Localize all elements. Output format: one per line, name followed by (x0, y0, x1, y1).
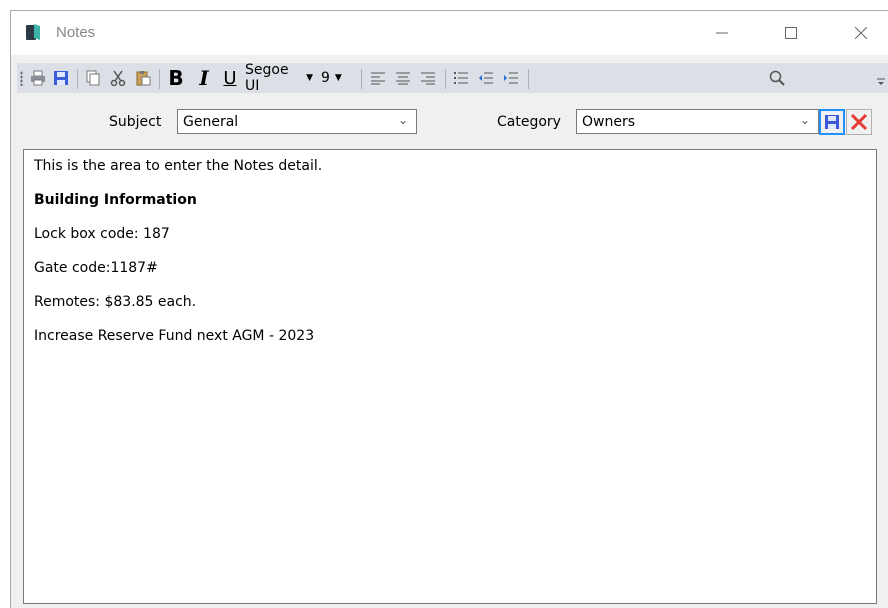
toolbar-search-input[interactable] (533, 67, 677, 91)
print-icon (31, 70, 45, 86)
category-dropdown[interactable]: Owners ⌄ (576, 109, 819, 134)
save-icon (825, 115, 839, 129)
search-icon (769, 70, 785, 86)
align-right-icon (421, 72, 435, 85)
font-name-value: Segoe UI (245, 62, 289, 94)
dropdown-arrow-icon: ▼ (306, 73, 313, 83)
cut-icon (110, 70, 126, 86)
notes-heading: Building Information (34, 192, 197, 208)
chevron-down-icon (877, 78, 885, 85)
title-bar: Notes (11, 11, 888, 55)
category-label: Category (497, 114, 561, 130)
search-button[interactable] (765, 63, 789, 93)
toolbar-grip[interactable] (20, 71, 23, 86)
app-icon (25, 23, 41, 41)
maximize-icon (785, 27, 797, 39)
category-value: Owners (582, 113, 636, 130)
subject-value: General (183, 113, 239, 130)
outdent-icon (479, 72, 493, 84)
chevron-down-icon: ⌄ (799, 113, 810, 127)
minimize-button[interactable] (699, 17, 745, 49)
notes-line: This is the area to enter the Notes deta… (34, 158, 323, 174)
align-left-icon (371, 72, 385, 85)
font-size-value: 9 (321, 70, 330, 86)
delete-icon (850, 113, 868, 131)
notes-line: Lock box code: 187 (34, 226, 170, 242)
paste-icon (136, 71, 151, 86)
bullet-list-button[interactable] (449, 63, 473, 93)
toolbar-separator (77, 69, 78, 89)
outdent-button[interactable] (474, 63, 498, 93)
minimize-icon (716, 32, 728, 34)
close-button[interactable] (838, 17, 884, 49)
notes-line: Gate code:1187# (34, 260, 158, 276)
bold-button[interactable]: B (163, 63, 189, 93)
subject-label: Subject (109, 114, 162, 130)
notes-line: Remotes: $83.85 each. (34, 294, 197, 310)
notes-editor[interactable]: This is the area to enter the Notes deta… (23, 149, 877, 604)
formatting-toolbar: B I U Segoe UI ▼ 9 ▼ (17, 62, 888, 94)
paste-button[interactable] (131, 63, 155, 93)
delete-note-button[interactable] (846, 109, 872, 135)
dropdown-arrow-icon: ▼ (334, 73, 342, 83)
notes-line: Increase Reserve Fund next AGM - 2023 (34, 328, 315, 344)
toolbar-separator (528, 69, 529, 89)
bullet-list-icon (454, 72, 468, 84)
toolbar-separator (159, 69, 160, 89)
align-center-icon (396, 72, 410, 85)
save-note-button[interactable] (819, 109, 845, 135)
window-title: Notes (56, 24, 96, 41)
align-center-button[interactable] (391, 63, 415, 93)
align-right-button[interactable] (416, 63, 440, 93)
indent-icon (504, 72, 518, 84)
align-left-button[interactable] (366, 63, 390, 93)
cut-button[interactable] (106, 63, 130, 93)
save-icon (54, 71, 68, 85)
subject-dropdown[interactable]: General ⌄ (177, 109, 417, 134)
print-button[interactable] (27, 63, 49, 93)
toolbar-overflow-button[interactable] (875, 67, 887, 97)
underline-button[interactable]: U (218, 63, 242, 93)
italic-button[interactable]: I (192, 63, 216, 93)
toolbar-separator (361, 69, 362, 89)
copy-icon (86, 70, 100, 86)
font-name-dropdown[interactable]: Segoe UI ▼ (245, 62, 313, 94)
save-toolbar-button[interactable] (50, 63, 72, 93)
close-icon (855, 27, 867, 39)
notes-window: Notes B I U Segoe UI ▼ 9 ▼ Subject Gener… (10, 10, 888, 608)
chevron-down-icon: ⌄ (397, 113, 408, 127)
copy-button[interactable] (81, 63, 105, 93)
maximize-button[interactable] (768, 17, 814, 49)
font-size-dropdown[interactable]: 9 ▼ (321, 67, 355, 89)
toolbar-separator (445, 69, 446, 89)
indent-button[interactable] (499, 63, 523, 93)
